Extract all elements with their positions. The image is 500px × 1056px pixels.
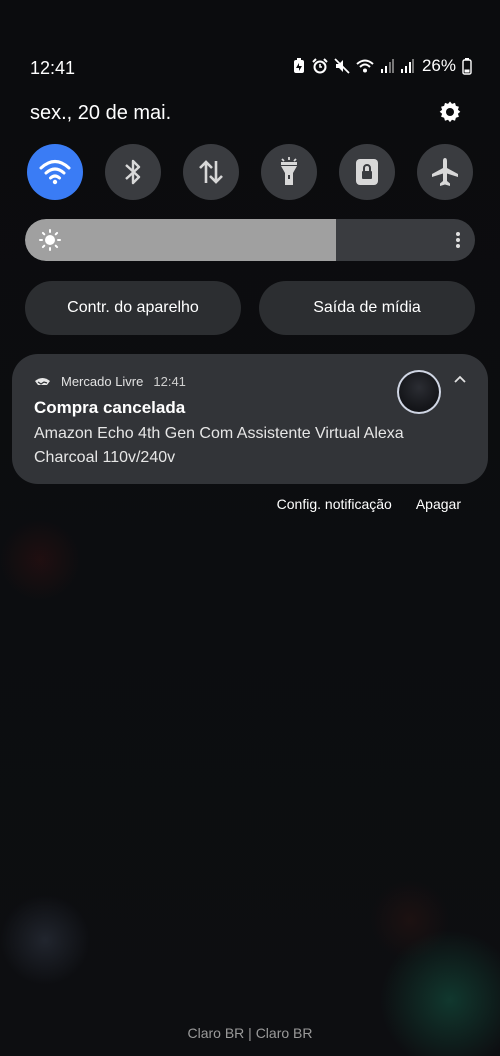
battery-saver-icon	[293, 58, 304, 73]
more-options-icon[interactable]	[455, 231, 461, 249]
notification-settings-button[interactable]: Config. notificação	[277, 496, 392, 512]
signal-strength-icon-1	[380, 59, 394, 73]
quick-buttons: Contr. do aparelho Saída de mídia	[25, 281, 475, 335]
wifi-toggle[interactable]	[27, 144, 83, 200]
mobile-data-icon	[199, 160, 223, 184]
alarm-icon	[312, 58, 328, 74]
brightness-sun-icon	[39, 229, 61, 251]
date-row: sex., 20 de mai.	[0, 100, 500, 130]
notification-actions: Config. notificação Apagar	[277, 496, 461, 512]
flashlight-toggle[interactable]	[261, 144, 317, 200]
notification-time: 12:41	[153, 374, 186, 389]
notification-body: Amazon Echo 4th Gen Com Assistente Virtu…	[34, 425, 404, 466]
rotation-lock-toggle[interactable]	[339, 144, 395, 200]
status-bar: 12:41 26%	[0, 52, 500, 82]
carrier-label: Claro BR | Claro BR	[187, 1025, 313, 1041]
notification-header: Mercado Livre 12:41	[34, 374, 186, 389]
battery-icon	[462, 57, 472, 75]
chevron-up-icon[interactable]	[453, 374, 467, 384]
rotation-lock-icon	[356, 159, 378, 185]
media-output-button[interactable]: Saída de mídia	[259, 281, 475, 335]
notification-app-name: Mercado Livre	[61, 374, 144, 389]
notification-card[interactable]: Mercado Livre 12:41 Compra cancelada Ama…	[12, 354, 488, 484]
wifi-icon	[39, 160, 71, 185]
bluetooth-icon	[125, 159, 141, 185]
notification-title: Compra cancelada	[34, 398, 186, 417]
wifi-status-icon	[356, 59, 374, 73]
settings-gear-icon[interactable]	[438, 100, 462, 129]
clear-notifications-button[interactable]: Apagar	[416, 496, 461, 512]
airplane-mode-toggle[interactable]	[417, 144, 473, 200]
status-icons: 26%	[292, 56, 472, 76]
bluetooth-toggle[interactable]	[105, 144, 161, 200]
device-control-button[interactable]: Contr. do aparelho	[25, 281, 241, 335]
date-label: sex., 20 de mai.	[30, 102, 172, 124]
signal-strength-icon-2	[400, 59, 414, 73]
airplane-mode-icon	[432, 158, 458, 186]
product-thumbnail	[397, 370, 441, 414]
mute-icon	[334, 58, 350, 74]
mobile-data-toggle[interactable]	[183, 144, 239, 200]
battery-percentage: 26%	[421, 56, 456, 75]
quick-settings-toggles	[27, 144, 473, 200]
brightness-level-fill	[25, 219, 336, 261]
brightness-slider[interactable]	[25, 219, 475, 261]
clock: 12:41	[30, 58, 76, 78]
mercado-livre-icon	[35, 377, 50, 385]
flashlight-icon	[281, 157, 297, 185]
